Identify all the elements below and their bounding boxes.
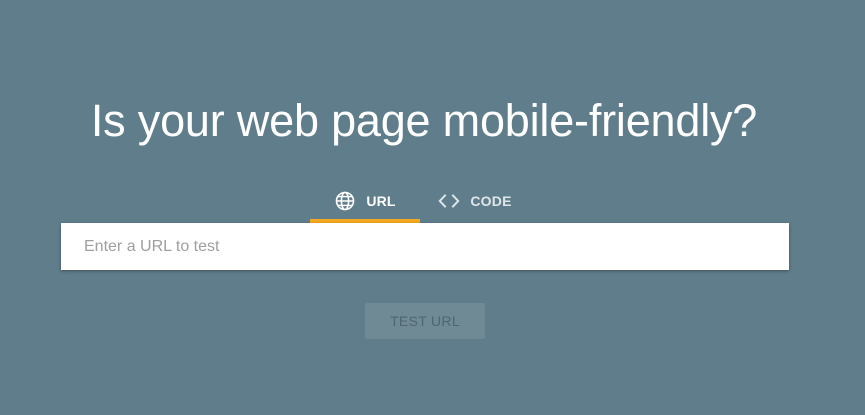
code-icon bbox=[438, 190, 460, 212]
input-mode-tabs: URL CODE bbox=[310, 178, 530, 223]
tab-url[interactable]: URL bbox=[310, 178, 420, 223]
page: Is your web page mobile-friendly? URL CO… bbox=[0, 0, 865, 415]
tab-code[interactable]: CODE bbox=[420, 178, 530, 223]
url-input-container bbox=[61, 223, 789, 270]
tab-code-label: CODE bbox=[470, 192, 512, 209]
globe-icon bbox=[334, 190, 356, 212]
page-title: Is your web page mobile-friendly? bbox=[90, 95, 758, 146]
tab-url-label: URL bbox=[366, 192, 396, 209]
test-url-button[interactable]: TEST URL bbox=[365, 303, 485, 339]
url-input[interactable] bbox=[61, 223, 789, 270]
